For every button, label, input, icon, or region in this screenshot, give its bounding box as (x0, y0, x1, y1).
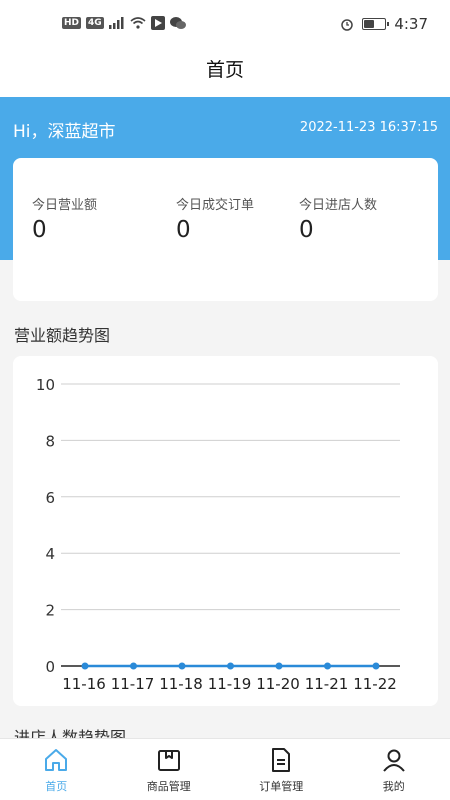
data-point (178, 662, 186, 670)
y-tick-label: 6 (45, 489, 55, 507)
stat-visitors[interactable]: 今日进店人数 0 (299, 194, 377, 243)
data-point (275, 662, 283, 670)
today-stats-card: 今日营业额 0 今日成交订单 0 今日进店人数 0 (13, 158, 438, 301)
stat-revenue[interactable]: 今日营业额 0 (32, 194, 97, 243)
visitors-chart-title: 进店人数趋势图 (14, 728, 127, 738)
stat-label: 今日进店人数 (299, 198, 378, 213)
tab-profile[interactable]: 我的 (338, 739, 450, 800)
y-tick-label: 4 (45, 545, 55, 563)
status-right: 4:37 (340, 15, 428, 33)
wifi-icon (130, 17, 146, 29)
home-icon (45, 749, 68, 771)
tab-label: 商品管理 (146, 780, 191, 793)
network-type-indicator: 4G (86, 17, 104, 29)
wechat-icon (169, 17, 186, 29)
stat-value: 0 (32, 217, 47, 243)
y-tick-label: 0 (45, 658, 55, 676)
battery-icon (362, 18, 390, 30)
tab-products[interactable]: 商品管理 (113, 739, 226, 800)
stat-orders[interactable]: 今日成交订单 0 (176, 194, 254, 243)
status-left: HD 4G (62, 16, 186, 30)
data-point (324, 662, 331, 670)
x-tick-label: 11-20 (256, 675, 300, 693)
tab-orders[interactable]: 订单管理 (225, 739, 338, 800)
tab-label: 我的 (382, 780, 405, 793)
user-icon (382, 749, 405, 772)
alarm-icon (341, 19, 354, 31)
y-tick-label: 10 (36, 376, 55, 394)
product-box-icon (157, 750, 180, 771)
sales-chart-title: 营业额趋势图 (14, 326, 111, 345)
stat-value: 0 (176, 217, 191, 243)
sales-trend-chart-svg: 0 2 4 6 8 10 11-16 11-17 11-18 11-19 11-20 11-21 11-… (36, 376, 400, 693)
data-point (81, 662, 89, 670)
tab-home[interactable]: 首页 (0, 739, 113, 800)
status-bar: HD 4G 4:37 (0, 0, 450, 50)
x-tick-label: 11-18 (159, 675, 203, 693)
y-tick-label: 2 (45, 602, 55, 620)
stat-label: 今日营业额 (32, 198, 98, 213)
x-tick-label: 11-17 (111, 675, 155, 693)
signal-icon (108, 17, 124, 29)
tab-label: 首页 (45, 780, 68, 793)
current-datetime: 2022-11-23 16:37:15 (299, 120, 438, 135)
x-tick-label: 11-16 (62, 675, 106, 693)
tab-label: 订单管理 (259, 780, 304, 793)
bottom-tab-bar: 首页 商品管理 订单管理 我的 (0, 738, 450, 800)
data-point (130, 662, 137, 670)
sales-trend-chart: 0 2 4 6 8 10 11-16 11-17 11-18 11-19 11-20 11-21 11-… (13, 356, 438, 706)
x-tick-label: 11-19 (208, 675, 252, 693)
page-title-bar: 首页 (0, 50, 450, 98)
x-tick-label: 11-21 (305, 675, 349, 693)
data-point (227, 662, 234, 670)
stat-label: 今日成交订单 (176, 198, 255, 213)
store-greeting: Hi，深蓝超市 (13, 122, 116, 142)
x-tick-label: 11-22 (353, 675, 397, 693)
order-document-icon (272, 748, 291, 772)
y-tick-label: 8 (45, 432, 55, 450)
battery-level-fill (364, 20, 375, 28)
app-notification-icon (150, 16, 165, 30)
page-title: 首页 (205, 59, 244, 81)
status-time: 4:37 (394, 15, 428, 33)
stat-value: 0 (299, 217, 314, 243)
data-point (372, 662, 380, 670)
hd-indicator: HD (62, 17, 82, 29)
